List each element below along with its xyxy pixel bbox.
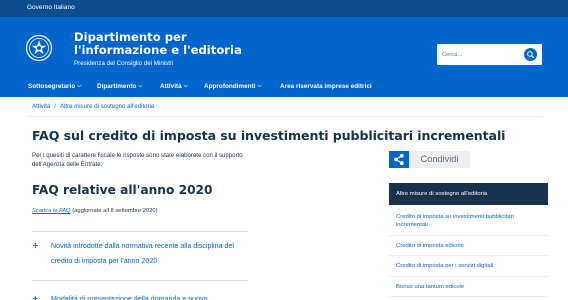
sidebar-item-label: Credito di imposta per i servizi digital…: [396, 263, 494, 269]
breadcrumb: Attività / Altre misure di sostegno all'ed…: [32, 103, 154, 110]
breadcrumb-divider: [27, 116, 543, 117]
italian-republic-emblem-icon[interactable]: [25, 34, 53, 62]
sidebar-item-servizi-digitali[interactable]: Credito di imposta per i servizi digital…: [389, 256, 548, 277]
search-box: [437, 44, 542, 65]
nav-item-label: Area riservata imprese editrici: [280, 83, 372, 90]
nav-item-label: Approfondimenti: [204, 83, 256, 90]
sidebar-item-credito-edicole[interactable]: Credito di imposta edicole: [389, 236, 548, 256]
intro-text: Per i quesiti di carattere fiscale le ri…: [32, 152, 243, 168]
sidebar-heading-label: Altre misure di sostegno all'editoria: [396, 191, 488, 197]
breadcrumb-item-attivita[interactable]: Attività: [32, 103, 50, 110]
nav-item-label: Dipartimento: [97, 83, 137, 90]
page-title: FAQ sul credito di imposta su investimen…: [32, 128, 506, 143]
site-header: Dipartimento per l'informazione e l'edit…: [0, 17, 568, 79]
nav-item-attivita[interactable]: Attività ⌵: [160, 83, 188, 94]
sidebar-item-label: Credito di imposta edicole: [396, 243, 464, 249]
sidebar-item-label: Bonus una tantum edicole: [396, 284, 465, 290]
site-title[interactable]: Dipartimento per l'informazione e l'edit…: [74, 31, 274, 57]
breadcrumb-separator: /: [54, 103, 56, 110]
download-note: (aggiornate all 8 settembre 2020): [72, 208, 158, 214]
plus-icon: +: [32, 294, 39, 300]
accordion-item[interactable]: + Novità introdotte dalla normativa rece…: [32, 239, 248, 271]
nav-item-approfondimenti[interactable]: Approfondimenti ⌵: [204, 83, 262, 94]
chevron-down-icon: ⌵: [138, 83, 143, 89]
share-icon: [394, 153, 404, 166]
download-faq-link[interactable]: Scarica le FAQ: [32, 208, 71, 214]
accordion-item-title[interactable]: Modalità di presentazione della domanda …: [51, 292, 251, 300]
nav-item-dipartimento[interactable]: Dipartimento ⌵: [97, 83, 143, 94]
nav-item-label: Sottosegretario: [28, 83, 76, 90]
sidebar-item-bonus-edicole[interactable]: Bonus una tantum edicole: [389, 277, 548, 297]
government-bar-label[interactable]: Governo Italiano: [27, 4, 75, 11]
chevron-down-icon: ⌵: [257, 83, 262, 89]
nav-item-label: Attività: [160, 83, 182, 90]
breadcrumb-item-altre-misure[interactable]: Altre misure di sostegno all'editoria: [60, 103, 154, 110]
search-icon[interactable]: [524, 48, 537, 61]
accordion-item-title[interactable]: Novità introdotte dalla normativa recent…: [51, 239, 251, 269]
main-navigation: Sottosegretario ⌵ Dipartimento ⌵ Attività ⌵…: [0, 79, 568, 97]
site-subtitle: Presidenza del Consiglio dei Ministri: [74, 60, 174, 67]
section-title: FAQ relative all'anno 2020: [32, 183, 213, 197]
nav-item-sottosegretario[interactable]: Sottosegretario ⌵: [28, 83, 81, 94]
chevron-down-icon: ⌵: [77, 83, 82, 89]
government-bar: Governo Italiano: [0, 0, 568, 17]
search-input[interactable]: [442, 49, 518, 60]
nav-item-area-riservata[interactable]: Area riservata imprese editrici: [280, 83, 372, 94]
sidebar-heading[interactable]: Altre misure di sostegno all'editoria: [389, 183, 548, 205]
accordion-divider: [32, 280, 248, 281]
download-line: Scarica le FAQ (aggiornate all 8 settemb…: [32, 208, 158, 214]
plus-icon: +: [32, 241, 39, 250]
sidebar-item-credito-pubblicitari[interactable]: Credito di imposta su investimenti pubbl…: [389, 205, 548, 236]
accordion-divider: [32, 231, 248, 232]
share-icon-box[interactable]: [389, 151, 409, 168]
sidebar-item-label: Credito di imposta su investimenti pubbl…: [396, 214, 514, 228]
share-label[interactable]: Condividi: [409, 151, 470, 168]
accordion-item[interactable]: + Modalità di presentazione della domand…: [32, 292, 248, 300]
chevron-down-icon: ⌵: [183, 83, 188, 89]
